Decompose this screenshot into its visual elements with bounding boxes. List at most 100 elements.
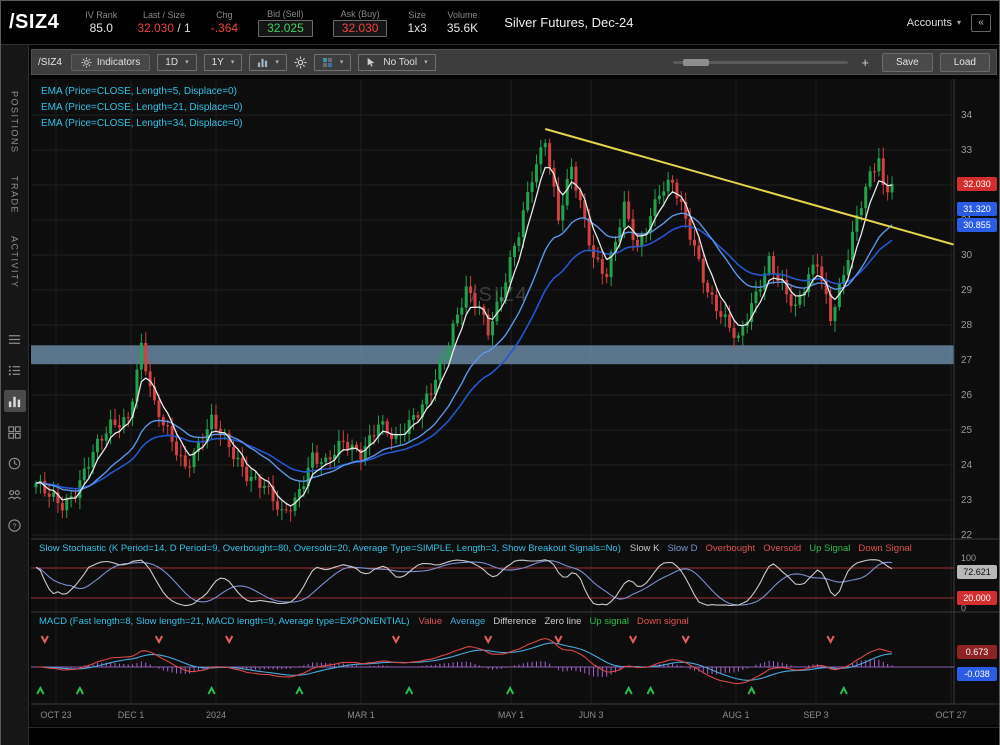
stochastic-study-label[interactable]: Slow Stochastic (K Period=14, D Period=9… bbox=[39, 543, 621, 554]
ask-button[interactable]: 32.030 bbox=[333, 20, 388, 37]
svg-text:24: 24 bbox=[961, 460, 973, 471]
svg-text:2024: 2024 bbox=[206, 710, 226, 720]
left-sidebar: POSITIONS TRADE ACTIVITY ? bbox=[1, 45, 29, 745]
legend-item: Difference bbox=[493, 616, 536, 627]
price-chart-canvas[interactable]: /SIZ4343332313029282726252423221000OCT 2… bbox=[31, 79, 999, 725]
svg-text:AUG 1: AUG 1 bbox=[722, 710, 749, 720]
iv-rank-label: IV Rank bbox=[85, 9, 117, 21]
svg-text:29: 29 bbox=[961, 285, 973, 296]
volume-field: Volume 35.6K bbox=[447, 9, 478, 36]
drawing-tool-dropdown[interactable]: No Tool ▾ bbox=[358, 54, 435, 71]
chart-type-dropdown[interactable]: ▾ bbox=[249, 54, 287, 71]
macd-study-row[interactable]: MACD (Fast length=8, Slow length=21, MAC… bbox=[39, 616, 689, 627]
bid-button[interactable]: 32.025 bbox=[258, 20, 313, 37]
macd-study-label[interactable]: MACD (Fast length=8, Slow length=21, MAC… bbox=[39, 616, 410, 627]
zoom-slider-thumb[interactable] bbox=[683, 59, 709, 66]
svg-text:MAR 1: MAR 1 bbox=[347, 710, 375, 720]
chart-panel: /SIZ4 Indicators 1D ▾ 1Y ▾ ▾ ▾ bbox=[29, 45, 999, 745]
macd-value-badge: 0.673 bbox=[957, 645, 997, 659]
last-size-field: Last / Size 32.030 / 1 bbox=[137, 9, 190, 36]
size-label: Size bbox=[408, 9, 426, 21]
users-icon[interactable] bbox=[4, 483, 26, 505]
size-field: Size 1x3 bbox=[407, 9, 426, 36]
ema21-study-label[interactable]: EMA (Price=CLOSE, Length=21, Displace=0) bbox=[41, 102, 243, 113]
toolbar-symbol: /SIZ4 bbox=[38, 57, 62, 68]
legend-item: Up Signal bbox=[809, 543, 850, 554]
stoch-oversold-badge: 20.000 bbox=[957, 591, 997, 605]
load-button[interactable]: Load bbox=[940, 53, 990, 72]
ema21-value-badge: 31.320 bbox=[957, 202, 997, 216]
legend-item: Oversold bbox=[763, 543, 801, 554]
chevron-down-icon: ▾ bbox=[424, 58, 428, 66]
aggregation-dropdown[interactable]: 1D ▾ bbox=[157, 54, 196, 71]
range-dropdown[interactable]: 1Y ▾ bbox=[204, 54, 243, 71]
macd-legend: ValueAverageDifferenceZero lineUp signal… bbox=[419, 616, 689, 627]
sidebar-tab-positions[interactable]: POSITIONS bbox=[10, 91, 20, 154]
zoom-in-button[interactable]: + bbox=[861, 55, 869, 70]
ema34-study-label[interactable]: EMA (Price=CLOSE, Length=34, Displace=0) bbox=[41, 118, 243, 129]
svg-text:100: 100 bbox=[961, 553, 976, 563]
svg-text:30: 30 bbox=[961, 250, 973, 261]
bid-field: Bid (Sell) 32.025 bbox=[258, 8, 313, 37]
sidebar-tab-trade[interactable]: TRADE bbox=[10, 176, 20, 214]
zoom-slider-track[interactable] bbox=[673, 61, 848, 64]
svg-text:JUN 3: JUN 3 bbox=[578, 710, 603, 720]
help-icon[interactable]: ? bbox=[4, 514, 26, 536]
last-size-label: Last / Size bbox=[143, 9, 185, 21]
range-value: 1Y bbox=[212, 57, 224, 68]
ask-field: Ask (Buy) 32.030 bbox=[333, 8, 388, 37]
layout-grid-icon bbox=[322, 57, 333, 68]
bid-label: Bid (Sell) bbox=[267, 8, 304, 20]
collapse-panel-button[interactable]: « bbox=[971, 14, 991, 32]
last-size-value: 32.030 / 1 bbox=[137, 21, 190, 36]
ema5-study-label[interactable]: EMA (Price=CLOSE, Length=5, Displace=0) bbox=[41, 86, 237, 97]
orders-list-icon[interactable] bbox=[4, 359, 26, 381]
svg-text:33: 33 bbox=[961, 145, 973, 156]
zoom-slider[interactable] bbox=[673, 61, 848, 64]
svg-text:OCT 27: OCT 27 bbox=[935, 710, 966, 720]
bottom-scroll-strip[interactable] bbox=[29, 727, 999, 745]
macd-average-badge: -0.038 bbox=[957, 667, 997, 681]
ema34-value-badge: 30.855 bbox=[957, 218, 997, 232]
chg-value: -.364 bbox=[211, 21, 238, 36]
tool-label: No Tool bbox=[383, 57, 417, 68]
indicators-gear-icon bbox=[81, 57, 92, 68]
symbol-logo[interactable]: /SIZ4 bbox=[9, 11, 59, 34]
indicators-button[interactable]: Indicators bbox=[71, 54, 150, 71]
save-button[interactable]: Save bbox=[882, 53, 933, 72]
last-price-badge: 32.030 bbox=[957, 177, 997, 191]
chevron-down-icon: ▾ bbox=[185, 58, 189, 66]
legend-item: Up signal bbox=[589, 616, 629, 627]
chart-settings-gear-icon[interactable] bbox=[294, 56, 307, 69]
svg-text:28: 28 bbox=[961, 320, 973, 331]
grid-layout-icon[interactable] bbox=[4, 421, 26, 443]
trading-app-window: /SIZ4 IV Rank 85.0 Last / Size 32.030 / … bbox=[0, 0, 1000, 745]
ask-label: Ask (Buy) bbox=[341, 8, 380, 20]
svg-text:OCT 23: OCT 23 bbox=[40, 710, 71, 720]
layout-grid-dropdown[interactable]: ▾ bbox=[314, 54, 352, 71]
chg-field: Chg -.364 bbox=[211, 9, 238, 36]
chart-type-icon bbox=[257, 57, 268, 68]
svg-text:?: ? bbox=[12, 521, 16, 530]
size-value: 1x3 bbox=[407, 21, 426, 36]
svg-text:MAY 1: MAY 1 bbox=[498, 710, 524, 720]
iv-rank-field: IV Rank 85.0 bbox=[85, 9, 117, 36]
volume-label: Volume bbox=[447, 9, 477, 21]
chart-area[interactable]: /SIZ4343332313029282726252423221000OCT 2… bbox=[31, 79, 999, 725]
stoch-k-badge: 72.621 bbox=[957, 565, 997, 579]
sidebar-icon-strip: ? bbox=[4, 328, 26, 536]
svg-text:23: 23 bbox=[961, 495, 973, 506]
svg-text:DEC 1: DEC 1 bbox=[118, 710, 145, 720]
watchlist-icon[interactable] bbox=[4, 328, 26, 350]
svg-text:25: 25 bbox=[961, 425, 973, 436]
chevron-down-icon: ▾ bbox=[275, 58, 279, 66]
svg-text:34: 34 bbox=[961, 110, 973, 121]
accounts-menu[interactable]: Accounts ▾ bbox=[907, 17, 961, 29]
history-clock-icon[interactable] bbox=[4, 452, 26, 474]
stochastic-study-row[interactable]: Slow Stochastic (K Period=14, D Period=9… bbox=[39, 543, 912, 554]
chart-icon[interactable] bbox=[4, 390, 26, 412]
chg-label: Chg bbox=[216, 9, 233, 21]
svg-text:SEP 3: SEP 3 bbox=[803, 710, 828, 720]
svg-text:22: 22 bbox=[961, 530, 973, 541]
sidebar-tab-activity[interactable]: ACTIVITY bbox=[10, 236, 20, 289]
